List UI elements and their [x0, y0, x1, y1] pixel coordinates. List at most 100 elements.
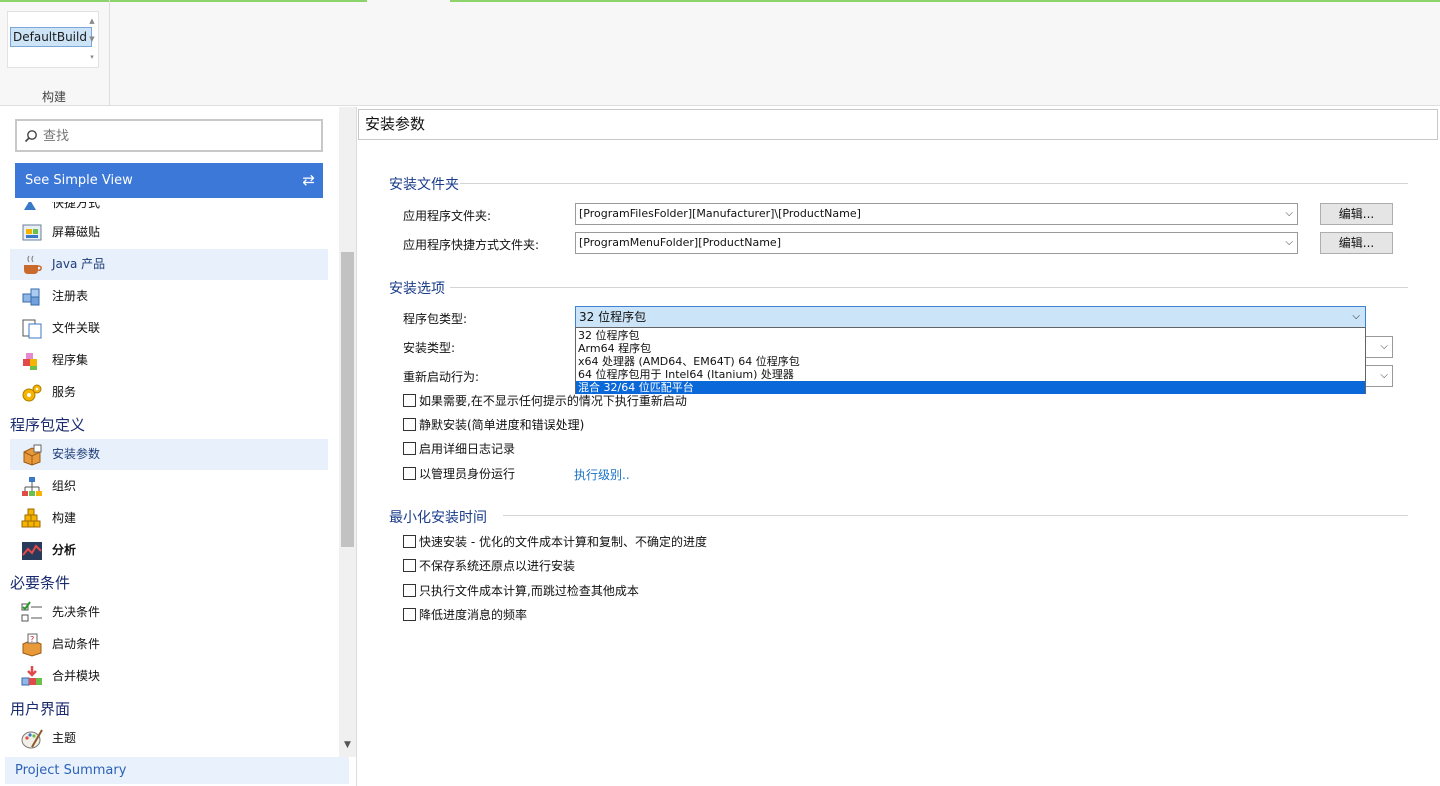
app-folder-combo[interactable]: [ProgramFilesFolder][Manufacturer]\[Prod… [575, 203, 1298, 225]
nav-item-label: 组织 [52, 479, 77, 493]
heading-user-interface: 用户界面 [10, 700, 71, 718]
gallery-item-defaultbuild[interactable]: DefaultBuild [10, 27, 92, 47]
scroll-thumb[interactable] [341, 252, 354, 547]
nav-item-merge-modules[interactable]: 合并模块 [10, 661, 328, 692]
page-title: 安装参数 [358, 109, 1438, 140]
dropdown-option-selected[interactable]: 混合 32/64 位匹配平台 [576, 381, 1365, 394]
dropdown-option[interactable]: Arm64 程序包 [576, 342, 1365, 355]
checkbox-label: 如果需要,在不显示任何提示的情况下执行重新启动 [419, 394, 687, 408]
nav-item-label: 文件关联 [52, 321, 101, 335]
nav-item-label: 服务 [52, 385, 77, 399]
section-install-options: 安装选项 [389, 281, 445, 297]
nav-item-install-parameters[interactable]: 安装参数 [10, 439, 328, 470]
build-group: DefaultBuild ▲ ▼ ▾ 构建 [0, 0, 110, 106]
chevron-down-icon[interactable]: ⌵ [1285, 204, 1293, 224]
chevron-down-icon[interactable]: ⌵ [1380, 337, 1388, 357]
nav-item-file-associations[interactable]: 文件关联 [10, 313, 328, 344]
assembly-icon [23, 353, 37, 370]
dropdown-option[interactable]: 32 位程序包 [576, 329, 1365, 342]
ribbon-accent-line [450, 0, 1440, 2]
shortcut-folder-label: 应用程序快捷方式文件夹: [403, 238, 540, 252]
chevron-down-icon[interactable]: ⌵ [1380, 366, 1388, 386]
checkbox-label: 静默安装(简单进度和错误处理) [419, 418, 585, 432]
scroll-up-icon[interactable] [339, 107, 356, 124]
search-box[interactable] [15, 119, 323, 152]
heading-requirements: 必要条件 [10, 574, 71, 592]
checkbox-label: 启用详细日志记录 [419, 442, 516, 456]
section-divider [460, 183, 1408, 184]
edit-shortcut-folder-button[interactable]: 编辑... [1320, 232, 1393, 254]
project-summary-link[interactable]: Project Summary [5, 757, 349, 784]
edit-app-folder-button[interactable]: 编辑... [1320, 203, 1393, 225]
file-association-icon [22, 319, 42, 339]
service-icon [22, 384, 42, 402]
build-gallery: DefaultBuild ▲ ▼ ▾ [7, 11, 99, 68]
nav-item-services[interactable]: 服务 [10, 377, 328, 408]
package-type-label: 程序包类型: [403, 312, 468, 326]
checkbox-label: 降低进度消息的频率 [419, 608, 528, 622]
checkbox-label: 不保存系统还原点以进行安装 [419, 559, 576, 573]
analysis-icon [22, 542, 42, 560]
nav-scrollbar[interactable]: ▼ [339, 107, 356, 757]
nav-item-label: 屏幕磁贴 [52, 225, 101, 239]
nav-item-assemblies[interactable]: 程序集 [10, 345, 328, 376]
scroll-up-icon[interactable]: ▲ [86, 12, 98, 30]
nav-item-label: 程序集 [52, 353, 89, 367]
nav-item-prerequisites[interactable]: 先决条件 [10, 597, 328, 628]
build-icon [21, 508, 41, 528]
checkbox[interactable] [403, 394, 416, 407]
more-icon[interactable]: ▾ [86, 48, 98, 66]
checkbox[interactable] [403, 467, 416, 480]
chevron-down-icon[interactable]: ⌵ [1352, 307, 1360, 327]
dropdown-option[interactable]: x64 处理器 (AMD64、EM64T) 64 位程序包 [576, 355, 1365, 368]
checkbox[interactable] [403, 584, 416, 597]
nav-item-screen-tiles[interactable]: 屏幕磁贴 [10, 217, 328, 248]
dropdown-option[interactable]: 64 位程序包用于 Intel64 (Itanium) 处理器 [576, 368, 1365, 381]
nav-item-launch-conditions[interactable]: ? 启动条件 [10, 629, 328, 660]
checkbox[interactable] [403, 559, 416, 572]
theme-icon [21, 729, 43, 749]
nav-item-label: 构建 [52, 511, 77, 525]
registry-icon [22, 288, 40, 306]
package-type-value: 32 位程序包 [579, 310, 647, 324]
install-type-label: 安装类型: [403, 341, 456, 355]
checkbox-label: 以管理员身份运行 [419, 467, 516, 481]
group-label: 构建 [41, 90, 66, 104]
package-type-select[interactable]: 32 位程序包 ⌵ [575, 306, 1366, 328]
shortcut-folder-combo[interactable]: [ProgramMenuFolder][ProductName] ⌵ [575, 232, 1298, 254]
nav-item-theme[interactable]: 主题 [10, 723, 328, 754]
gallery-scroller: ▲ ▼ ▾ [86, 12, 98, 67]
scroll-down-icon[interactable]: ▼ [339, 737, 356, 754]
nav-item-analysis[interactable]: 分析 [10, 535, 328, 566]
svg-text:?: ? [30, 635, 34, 644]
nav-item-label: 主题 [52, 731, 77, 745]
package-type-dropdown-list: 32 位程序包 Arm64 程序包 x64 处理器 (AMD64、EM64T) … [575, 327, 1366, 394]
checkbox[interactable] [403, 608, 416, 621]
section-divider [450, 287, 1408, 288]
restart-behavior-label: 重新启动行为: [403, 370, 480, 384]
nav-item-build[interactable]: 构建 [10, 503, 328, 534]
nav-item-label: 启动条件 [52, 637, 101, 651]
see-simple-view-button[interactable]: See Simple View ⇄ [15, 163, 323, 198]
checkbox[interactable] [403, 418, 416, 431]
install-params-icon [23, 444, 42, 466]
checkbox[interactable] [403, 535, 416, 548]
organization-icon [22, 477, 42, 496]
nav-item-label: 合并模块 [52, 669, 101, 683]
search-input[interactable] [43, 126, 313, 146]
nav-item-organization[interactable]: 组织 [10, 471, 328, 502]
scroll-down-icon[interactable]: ▼ [86, 30, 98, 48]
nav-item-label: 分析 [52, 543, 77, 557]
section-install-folders: 安装文件夹 [389, 177, 459, 193]
execution-level-link[interactable]: 执行级别.. [574, 466, 630, 483]
nav-item-java-products[interactable]: Java 产品 [10, 249, 328, 280]
simple-view-label: See Simple View [25, 173, 133, 188]
chevron-down-icon[interactable]: ⌵ [1285, 233, 1293, 253]
nav-item-registry[interactable]: 注册表 [10, 281, 328, 312]
screen-tile-icon [22, 224, 42, 241]
section-divider [503, 515, 1408, 516]
nav-tree: 快捷方式 屏幕磁贴 Java 产品 注册表 文件关联 程序集 服务 程序包定义 [0, 202, 338, 757]
checkbox-label: 快速安装 - 优化的文件成本计算和复制、不确定的进度 [419, 535, 707, 549]
checkbox[interactable] [403, 442, 416, 455]
merge-modules-icon [21, 666, 42, 686]
